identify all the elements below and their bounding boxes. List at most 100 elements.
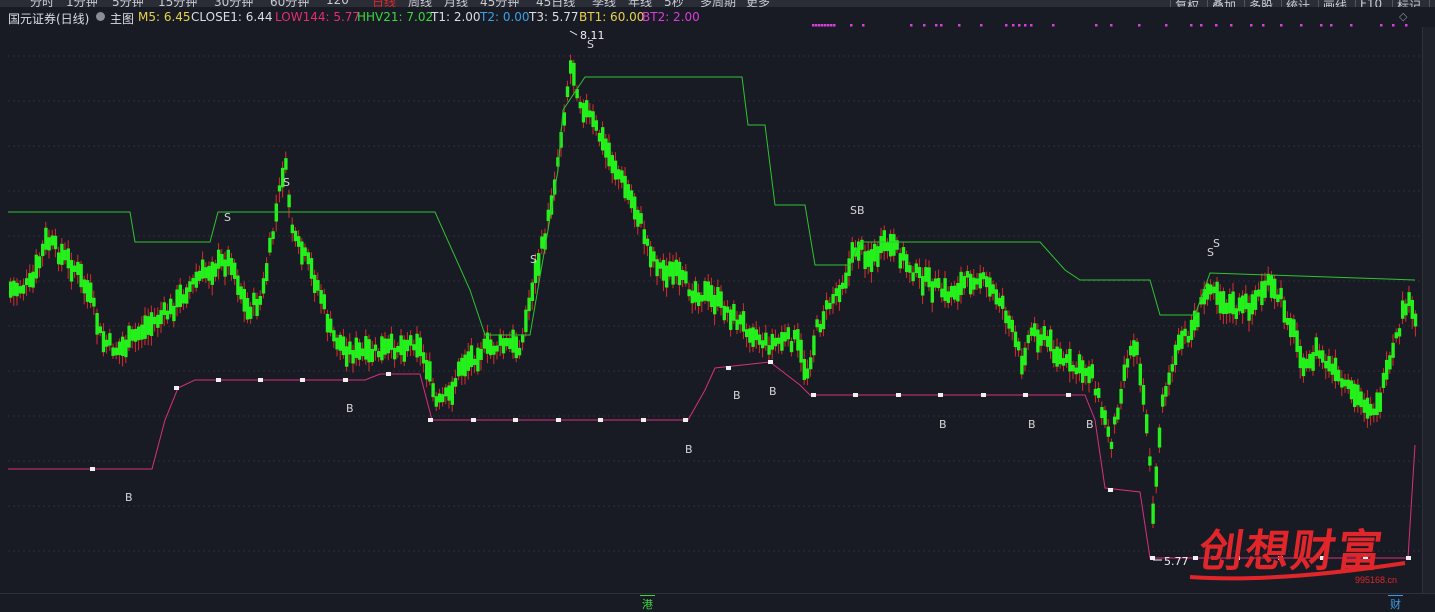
candle-body — [1253, 290, 1258, 310]
support-marker — [981, 393, 986, 397]
candle-body — [332, 330, 336, 342]
candle-body — [1023, 347, 1027, 366]
buy-signal: B — [125, 491, 133, 504]
candle-body — [997, 297, 1002, 307]
candle-body — [1356, 384, 1360, 406]
candle-body — [629, 190, 634, 209]
bt2-dot — [1138, 24, 1141, 27]
candle-body — [450, 381, 454, 405]
candle-body — [425, 359, 429, 380]
candle-body — [297, 236, 301, 247]
toolbar-button[interactable]: 自选 — [1429, 0, 1435, 7]
candle-body — [165, 310, 170, 320]
candle-body — [901, 247, 906, 261]
candle-body — [921, 276, 925, 296]
bt2-dot — [827, 24, 830, 27]
candle-body — [191, 277, 195, 285]
candle-body — [601, 127, 605, 151]
candle-body — [482, 338, 486, 349]
hk-connect-tag[interactable]: 港 — [640, 595, 655, 612]
candle-body — [1353, 383, 1357, 407]
candle-body — [1033, 323, 1037, 337]
candle-body — [319, 289, 323, 304]
candle-body — [265, 263, 269, 281]
candle-body — [876, 246, 880, 267]
candle-body — [15, 282, 19, 297]
candle-body — [277, 185, 282, 192]
support-marker — [683, 418, 688, 422]
support-marker — [598, 418, 603, 422]
candle-body — [60, 243, 64, 265]
candle-body — [370, 348, 374, 363]
bt2-dot — [1350, 24, 1353, 27]
sell-buy-signal: SB — [850, 204, 865, 217]
finance-event-tag[interactable]: 财 — [1388, 595, 1403, 612]
candle-body — [1209, 284, 1213, 295]
candle-body — [585, 100, 589, 118]
candle-body — [786, 327, 790, 340]
bt2-dot — [1330, 24, 1333, 27]
support-marker — [726, 366, 731, 370]
candle-body — [821, 311, 826, 330]
candle-body — [210, 261, 214, 285]
bt2-dot — [818, 24, 821, 27]
candle-body — [437, 393, 442, 403]
candle-body — [1407, 292, 1411, 306]
candle-body — [220, 253, 224, 267]
candle-body — [975, 278, 979, 285]
candle-body — [338, 334, 342, 351]
candle-body — [511, 329, 515, 353]
candle-body — [1346, 379, 1350, 390]
candle-body — [1090, 364, 1094, 379]
candle-body — [143, 315, 147, 339]
candle-body — [674, 259, 678, 277]
candle-body — [783, 332, 787, 342]
candle-body — [255, 298, 259, 316]
candle-body — [956, 283, 960, 302]
candle-body — [101, 331, 106, 353]
candle-body — [175, 289, 179, 308]
candle-body — [1205, 283, 1210, 300]
candle-body — [34, 254, 38, 279]
candle-body — [492, 345, 496, 355]
candle-body — [777, 337, 781, 344]
candle-body — [1279, 287, 1283, 300]
candlestick-chart[interactable]: SSSSSSSBBBBB BB B B8.115.77 — [0, 0, 1422, 593]
candle-body — [837, 284, 842, 303]
candle-body — [28, 273, 32, 288]
candle-body — [1388, 355, 1392, 370]
candle-body — [457, 361, 461, 377]
candle-body — [1049, 329, 1053, 352]
candle-body — [1093, 388, 1098, 396]
candle-body — [524, 309, 528, 333]
candle-body — [981, 272, 986, 280]
candle-body — [18, 286, 22, 294]
support-marker — [513, 418, 518, 422]
candle-body — [25, 278, 29, 286]
vertical-scrollbar[interactable] — [1422, 27, 1435, 593]
candle-body — [9, 281, 13, 298]
candle-body — [799, 339, 803, 363]
candle-body — [1001, 295, 1005, 309]
candle-body — [1138, 363, 1142, 386]
candle-body — [50, 235, 54, 246]
candle-body — [89, 282, 93, 303]
candle-body — [1321, 350, 1325, 363]
support-marker — [556, 418, 561, 422]
candle-body — [476, 347, 480, 372]
candle-body — [95, 313, 99, 335]
candle-body — [1257, 289, 1261, 297]
candle-body — [271, 231, 275, 240]
candle-body — [249, 306, 253, 319]
candle-body — [1385, 359, 1389, 380]
candle-body — [521, 334, 525, 343]
candle-body — [805, 368, 810, 379]
candle-body — [770, 333, 774, 350]
candle-body — [1180, 330, 1184, 349]
candle-body — [591, 111, 595, 128]
candle-body — [969, 273, 973, 295]
candle-body — [1020, 355, 1024, 375]
candle-body — [1109, 441, 1114, 449]
candle-body — [431, 383, 435, 398]
candle-body — [933, 278, 938, 288]
